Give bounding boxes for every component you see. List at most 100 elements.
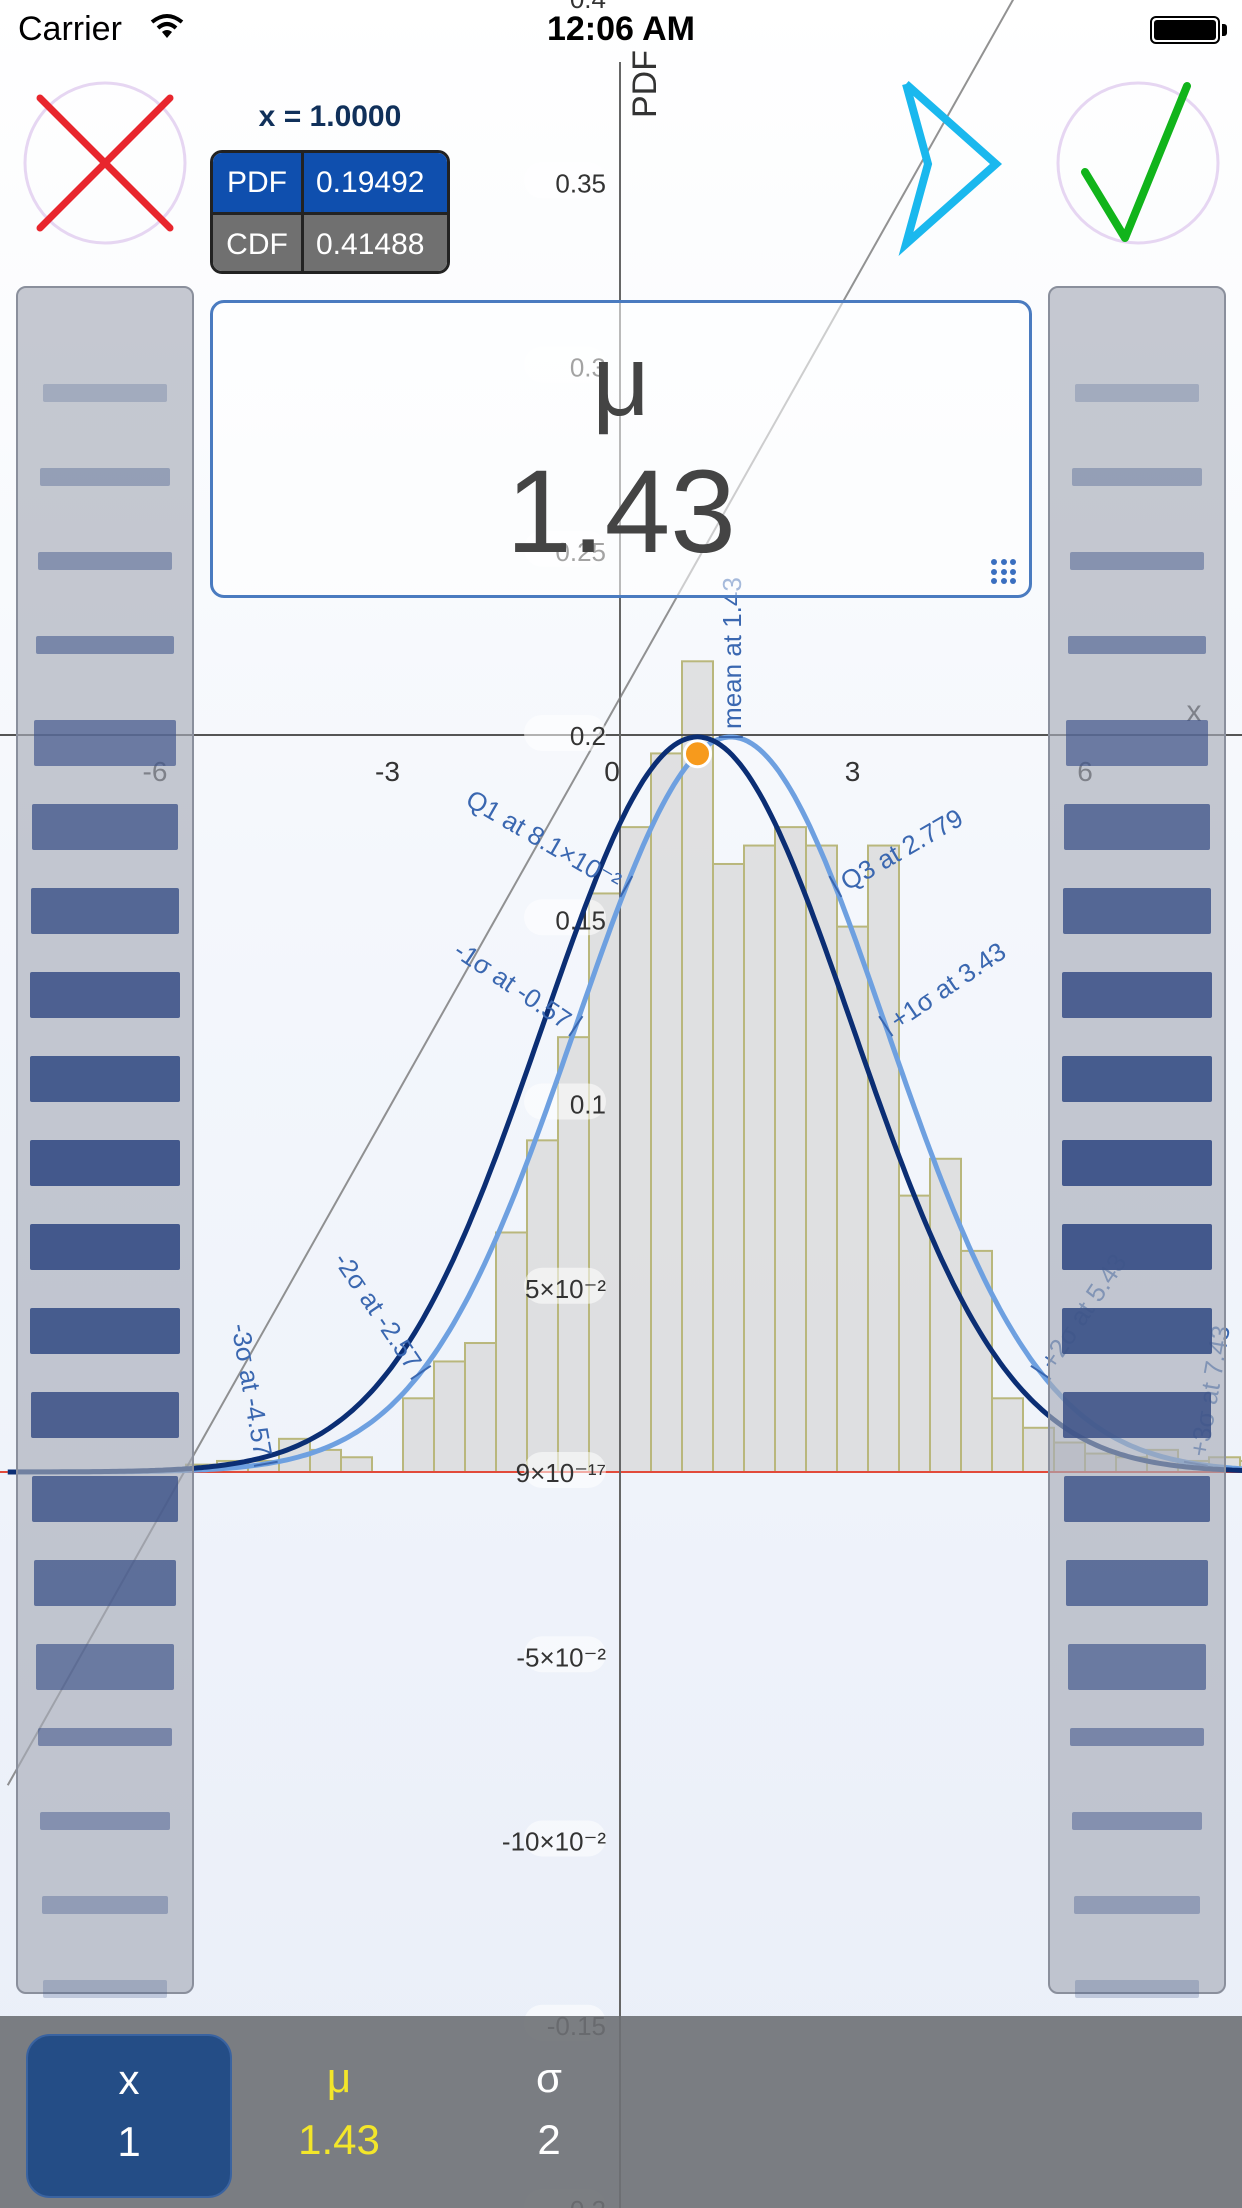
curve-annotation: -2σ at -2.57 (328, 1247, 432, 1381)
histogram-bar (433, 1360, 466, 1473)
y-tick-label: -10×10⁻² (502, 1827, 606, 1857)
y-tick-label: 0.1 (570, 1090, 606, 1120)
slider-tick (38, 552, 172, 570)
confirm-button[interactable] (1055, 80, 1221, 246)
tab-x-name: x (118, 2056, 140, 2103)
annotation-text: Q3 at 2.779 (835, 802, 968, 896)
slider-tick (1072, 1812, 1202, 1830)
slider-tick (1064, 804, 1210, 850)
clock: 12:06 AM (546, 10, 696, 48)
annotation-text: -2σ at -2.57 (328, 1247, 428, 1375)
slider-tick (1068, 636, 1206, 654)
pdf-row: PDF 0.19492 (213, 153, 447, 215)
cdf-value: 0.41488 (316, 227, 425, 261)
slider-tick (38, 1728, 172, 1746)
slider-tick (1066, 720, 1208, 766)
pdf-value: 0.19492 (316, 165, 425, 199)
slider-tick (1072, 468, 1202, 486)
slider-tick (1066, 1560, 1208, 1606)
tab-sigma[interactable]: σ 2 (446, 2034, 652, 2198)
parameter-tab-bar: x 1 μ 1.43 σ 2 (0, 2016, 1242, 2208)
right-slider[interactable] (1048, 286, 1226, 1998)
tab-x[interactable]: x 1 (26, 2034, 232, 2198)
slider-tick (1062, 1308, 1212, 1354)
y-tick-label: -5×10⁻² (516, 1642, 606, 1672)
slider-tick (1062, 972, 1212, 1018)
histogram-bar (836, 925, 869, 1473)
play-button[interactable] (892, 76, 1012, 256)
slider-tick (30, 1224, 180, 1270)
cdf-key: CDF (213, 215, 304, 271)
annotation-tick (410, 1364, 432, 1381)
annotation-text: +1σ at 3.43 (885, 936, 1012, 1035)
histogram-bar (619, 826, 652, 1473)
cancel-button[interactable] (22, 80, 188, 246)
curve-annotation: mean at 1.43 (717, 577, 747, 738)
slider-tick (43, 1980, 167, 1998)
slider-tick (30, 972, 180, 1018)
slider-tick (32, 804, 178, 850)
annotation-text: -3σ at -4.57 (225, 1321, 278, 1459)
slider-tick (30, 1140, 180, 1186)
slider-tick (40, 1812, 170, 1830)
slider-tick (30, 1308, 180, 1354)
slider-tick (1062, 1224, 1212, 1270)
status-bar: Carrier 12:06 AM (0, 0, 1242, 62)
parameter-name: μ (592, 325, 650, 437)
slider-tick (1068, 1644, 1206, 1690)
slider-tick (40, 468, 170, 486)
slider-tick (1075, 1980, 1199, 1998)
slider-tick (34, 720, 176, 766)
y-tick-label: 0.2 (570, 721, 606, 751)
cross-icon (23, 81, 187, 245)
y-tick-label: 9×10⁻¹⁷ (516, 1458, 606, 1488)
left-slider[interactable] (16, 286, 194, 1998)
play-icon (898, 81, 1003, 256)
x-tick-label: 3 (845, 756, 861, 787)
slider-tick (36, 1644, 174, 1690)
pdf-cdf-table: PDF 0.19492 CDF 0.41488 (210, 150, 450, 274)
annotation-text: Q1 at 8.1×10⁻² (461, 784, 627, 897)
tab-sigma-name: σ (536, 2054, 562, 2101)
slider-tick (1074, 1896, 1200, 1914)
cursor-point[interactable] (683, 739, 712, 769)
slider-tick (43, 384, 167, 402)
histogram-bar (495, 1231, 528, 1473)
slider-tick (1062, 1140, 1212, 1186)
y-tick-label: 0.35 (555, 168, 606, 198)
slider-tick (1063, 888, 1211, 934)
curve-annotation: -1σ at -0.57 (449, 935, 584, 1037)
slider-tick (30, 1056, 180, 1102)
slider-tick (34, 1560, 176, 1606)
histogram-bar (774, 826, 807, 1473)
checkmark-icon (1056, 81, 1220, 245)
histogram-bar (681, 660, 714, 1473)
x-tick-label: -3 (375, 756, 400, 787)
slider-tick (1070, 552, 1204, 570)
tab-mu[interactable]: μ 1.43 (236, 2034, 442, 2198)
histogram-bar (712, 862, 745, 1473)
y-tick-label: 5×10⁻² (525, 1274, 606, 1304)
histogram-bar (340, 1456, 373, 1474)
keypad-icon[interactable] (991, 559, 1017, 585)
histogram-bar (991, 1397, 1024, 1474)
histogram-bar (929, 1157, 962, 1474)
histogram-bar (650, 752, 683, 1473)
tab-mu-value: 1.43 (298, 2116, 380, 2163)
curve-annotation: -3σ at -4.57 (225, 1321, 278, 1467)
slider-tick (42, 1896, 168, 1914)
x-tick-label: 0 (604, 756, 620, 787)
slider-tick (1075, 384, 1199, 402)
pdf-key: PDF (213, 153, 304, 212)
slider-tick (32, 1476, 178, 1522)
x-readout: x = 1.0000 (258, 100, 402, 133)
slider-tick (31, 1392, 179, 1438)
histogram-bar (464, 1342, 497, 1474)
slider-tick (36, 636, 174, 654)
slider-tick (1064, 1476, 1210, 1522)
slider-tick (1062, 1056, 1212, 1102)
parameter-editor[interactable]: μ 1.43 (210, 300, 1032, 598)
histogram-bar (526, 1139, 559, 1473)
battery-tip (1222, 24, 1227, 36)
tab-x-value: 1 (117, 2118, 141, 2165)
